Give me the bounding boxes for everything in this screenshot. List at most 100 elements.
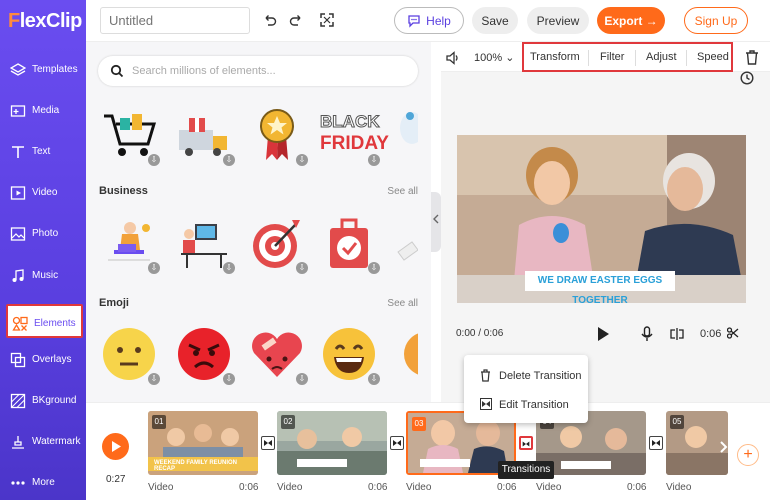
video-preview[interactable]: WE DRAW EASTER EGGS TOGETHER bbox=[457, 135, 746, 303]
video-caption[interactable]: WE DRAW EASTER EGGS TOGETHER bbox=[525, 271, 675, 303]
scissors-icon[interactable] bbox=[727, 327, 739, 339]
overlays-icon bbox=[10, 352, 26, 368]
timeline-clip-1[interactable]: 01 WEEKEND FAMILY REUNION RECAP bbox=[148, 411, 258, 475]
edit-transition-menu-item[interactable]: Edit Transition bbox=[499, 399, 569, 411]
filter-button[interactable]: Filter bbox=[600, 51, 624, 63]
microphone-icon[interactable] bbox=[641, 326, 653, 342]
download-icon[interactable]: ⇩ bbox=[148, 262, 160, 274]
help-button[interactable]: Help bbox=[394, 7, 464, 34]
speed-button[interactable]: Speed bbox=[697, 51, 729, 63]
elements-panel: Search millions of elements... ⇩ ⇩ ⇩ BLA… bbox=[86, 42, 431, 402]
transition-icon bbox=[652, 440, 660, 446]
element-target[interactable]: ⇩ bbox=[248, 214, 308, 274]
clip-number: 03 bbox=[412, 417, 426, 431]
collapse-panel-button[interactable] bbox=[431, 192, 441, 252]
redo-icon[interactable] bbox=[289, 13, 303, 27]
sidebar-item-music[interactable]: Music bbox=[0, 256, 86, 296]
download-icon[interactable]: ⇩ bbox=[368, 154, 380, 166]
element-partial[interactable] bbox=[392, 325, 418, 383]
clip-time: 0:06 bbox=[239, 482, 259, 493]
element-checklist-bag[interactable]: ⇩ bbox=[320, 214, 380, 274]
download-icon[interactable]: ⇩ bbox=[368, 262, 380, 274]
element-partial[interactable] bbox=[392, 106, 418, 164]
clip-type-label: Video bbox=[666, 482, 692, 493]
sidebar-item-watermark[interactable]: Watermark bbox=[0, 422, 86, 462]
transition-button[interactable] bbox=[261, 436, 275, 450]
trash-icon[interactable] bbox=[745, 50, 759, 65]
element-shopping-cart[interactable]: ⇩ bbox=[100, 106, 160, 166]
clock-icon[interactable] bbox=[740, 71, 754, 85]
element-neutral-emoji[interactable]: ⇩ bbox=[100, 325, 160, 385]
sidebar-item-elements[interactable]: Elements bbox=[6, 304, 83, 338]
top-toolbar: Help Save Preview Export → Sign Up bbox=[86, 0, 770, 42]
download-icon[interactable]: ⇩ bbox=[223, 154, 235, 166]
plus-icon: + bbox=[743, 446, 753, 463]
transition-button[interactable] bbox=[390, 436, 404, 450]
undo-icon[interactable] bbox=[263, 13, 277, 27]
adjust-button[interactable]: Adjust bbox=[646, 51, 677, 63]
element-angry-emoji[interactable]: ⇩ bbox=[175, 325, 235, 385]
timeline-duration: 0:27 bbox=[106, 474, 126, 485]
element-office-desk[interactable]: ⇩ bbox=[175, 214, 235, 274]
clip-tools-group: Transform Filter Adjust Speed bbox=[522, 42, 733, 72]
download-icon[interactable]: ⇩ bbox=[368, 373, 380, 385]
transform-button[interactable]: Transform bbox=[530, 51, 580, 63]
delete-transition-menu-item[interactable]: Delete Transition bbox=[499, 370, 582, 382]
sidebar-item-templates[interactable]: Templates bbox=[0, 50, 86, 90]
project-title-input[interactable] bbox=[100, 7, 250, 34]
sidebar-item-overlays[interactable]: Overlays bbox=[0, 340, 86, 380]
volume-icon[interactable] bbox=[446, 51, 460, 65]
element-laptop-person[interactable]: ⇩ bbox=[100, 214, 160, 274]
fullscreen-icon[interactable] bbox=[320, 13, 334, 27]
download-icon[interactable]: ⇩ bbox=[148, 373, 160, 385]
more-icon bbox=[11, 481, 25, 485]
timeline-clip-2[interactable]: 02 bbox=[277, 411, 387, 475]
sidebar-item-photo[interactable]: Photo bbox=[0, 214, 86, 254]
element-partial[interactable] bbox=[392, 214, 418, 272]
save-button[interactable]: Save bbox=[472, 7, 518, 34]
play-icon[interactable] bbox=[596, 326, 610, 342]
timeline-clip-5[interactable]: 05 bbox=[666, 411, 728, 475]
see-all-business-link[interactable]: See all bbox=[387, 186, 418, 197]
element-gold-medal[interactable]: ⇩ bbox=[248, 106, 308, 166]
transition-icon bbox=[522, 441, 530, 447]
sidebar-item-video[interactable]: Video bbox=[0, 173, 86, 213]
preview-button[interactable]: Preview bbox=[527, 7, 589, 34]
element-gift-truck[interactable]: ⇩ bbox=[175, 106, 235, 166]
sidebar-item-more[interactable]: More bbox=[0, 463, 86, 503]
section-title-emoji: Emoji bbox=[99, 297, 129, 309]
add-clip-button[interactable]: + bbox=[737, 444, 759, 466]
timeline-play-button[interactable] bbox=[102, 433, 129, 460]
element-laughing-emoji[interactable]: ⇩ bbox=[320, 325, 380, 385]
download-icon[interactable]: ⇩ bbox=[296, 262, 308, 274]
download-icon[interactable]: ⇩ bbox=[296, 154, 308, 166]
transition-button-active[interactable] bbox=[519, 436, 533, 450]
export-button[interactable]: Export → bbox=[597, 7, 665, 34]
flexclip-logo[interactable]: FlexClip bbox=[8, 10, 82, 33]
element-black-friday[interactable]: BLACK FRIDAY ⇩ bbox=[320, 106, 389, 166]
clip-time: 0:06 bbox=[368, 482, 388, 493]
sign-up-button[interactable]: Sign Up bbox=[684, 7, 748, 34]
sidebar-item-bkground[interactable]: BKground bbox=[0, 381, 86, 421]
clip-number: 05 bbox=[670, 415, 684, 429]
download-icon[interactable]: ⇩ bbox=[223, 262, 235, 274]
chevron-left-icon bbox=[433, 214, 439, 224]
clip-type-label: Video bbox=[406, 482, 432, 493]
search-input[interactable]: Search millions of elements... bbox=[132, 65, 276, 77]
zoom-dropdown[interactable]: 100% ⌄ bbox=[474, 51, 514, 64]
download-icon[interactable]: ⇩ bbox=[223, 373, 235, 385]
sidebar-item-text[interactable]: Text bbox=[0, 132, 86, 172]
split-icon[interactable] bbox=[670, 327, 684, 341]
transition-button[interactable] bbox=[649, 436, 663, 450]
download-icon[interactable]: ⇩ bbox=[148, 154, 160, 166]
download-icon[interactable]: ⇩ bbox=[296, 373, 308, 385]
clip-type-label: Video bbox=[536, 482, 562, 493]
sidebar-item-media[interactable]: Media bbox=[0, 91, 86, 131]
background-icon bbox=[10, 393, 26, 409]
element-bandaged-heart[interactable]: ⇩ bbox=[248, 325, 308, 385]
search-bar[interactable]: Search millions of elements... bbox=[98, 56, 418, 86]
photo-icon bbox=[10, 227, 26, 241]
see-all-emoji-link[interactable]: See all bbox=[387, 298, 418, 309]
media-icon bbox=[10, 105, 26, 117]
chevron-right-icon[interactable] bbox=[720, 441, 728, 453]
